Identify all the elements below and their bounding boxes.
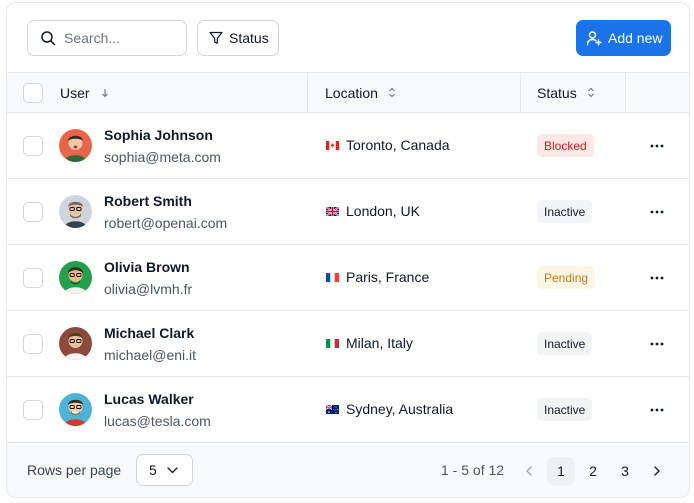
location-text: Paris, France [346,269,430,285]
location-cell: Sydney, Australia [326,401,453,417]
add-user-icon [586,31,602,46]
row-actions-button[interactable] [648,335,666,353]
location-cell: Milan, Italy [326,335,413,351]
user-email: michael@eni.it [104,347,197,363]
status-badge: Inactive [537,200,593,223]
user-name: Olivia Brown [104,259,190,275]
table-row: Olivia Brown olivia@lvmh.fr Paris, Franc… [7,245,689,311]
page-button-2[interactable]: 2 [579,457,607,485]
select-all-cell [23,73,43,112]
user-email: olivia@lvmh.fr [104,281,193,297]
user-name: Michael Clark [104,325,195,341]
column-header-status[interactable]: Status [537,73,595,112]
sort-updown-icon [389,87,395,98]
table-header: User Location Status [7,72,689,113]
chevron-left-icon [526,466,532,476]
column-header-location-label: Location [325,84,378,101]
row-actions-button[interactable] [648,269,666,287]
sort-updown-icon [587,87,594,98]
previous-page-button[interactable] [515,457,543,485]
column-header-user-label: User [60,84,90,101]
location-text: Toronto, Canada [346,137,450,153]
user-email: sophia@meta.com [104,149,221,165]
more-horizontal-icon [650,144,664,148]
france-flag-icon [326,272,339,282]
avatar [59,327,92,360]
row-actions-button[interactable] [648,203,666,221]
add-new-label: Add new [608,30,663,46]
row-actions-button[interactable] [648,137,666,155]
location-text: London, UK [346,203,420,219]
column-divider [625,73,626,112]
column-header-status-label: Status [537,84,577,101]
user-email: lucas@tesla.com [104,413,211,429]
rows-per-page-label: Rows per page [27,462,122,478]
table-row: Robert Smith robert@openai.com London, U… [7,179,689,245]
avatar [59,261,92,294]
italy-flag-icon [326,338,339,348]
table-footer: Rows per page 5 1 - 5 of 12 1 2 3 [7,443,689,497]
user-name: Sophia Johnson [104,127,213,143]
pagination-range: 1 - 5 of 12 [441,462,505,478]
user-name: Robert Smith [104,193,192,209]
rows-per-page-value: 5 [149,462,157,478]
chevron-right-icon [654,466,660,476]
more-horizontal-icon [650,276,664,280]
row-actions-button[interactable] [648,401,666,419]
more-horizontal-icon [650,342,664,346]
location-text: Sydney, Australia [346,401,454,417]
status-badge: Pending [537,266,596,289]
more-horizontal-icon [650,408,664,412]
table-row: Michael Clark michael@eni.it Milan, Ital… [7,311,689,377]
avatar [59,129,92,162]
row-checkbox[interactable] [23,268,43,288]
row-checkbox[interactable] [23,202,43,222]
location-cell: Toronto, Canada [326,137,450,153]
canada-flag-icon [326,140,339,150]
table-row: Lucas Walker lucas@tesla.com Sydney, Aus… [7,377,689,443]
page-button-3[interactable]: 3 [611,457,639,485]
more-horizontal-icon [650,210,664,214]
status-filter-label: Status [229,30,269,46]
arrow-down-icon [101,88,108,97]
search-icon [41,31,56,46]
avatar [59,393,92,426]
table-row: Sophia Johnson sophia@meta.com Toronto, … [7,113,689,179]
search-input[interactable] [64,30,174,46]
status-badge: Inactive [537,332,593,355]
add-new-button[interactable]: Add new [576,20,671,56]
status-filter-button[interactable]: Status [197,20,279,56]
avatar [59,195,92,228]
status-badge: Blocked [537,134,594,157]
filter-icon [209,31,223,44]
user-name: Lucas Walker [104,391,194,407]
uk-flag-icon [326,206,339,216]
status-badge: Inactive [537,398,593,421]
table-toolbar: Status Add new [7,3,689,73]
row-checkbox[interactable] [23,136,43,156]
location-cell: Paris, France [326,269,429,285]
chevron-down-icon [167,466,178,473]
location-cell: London, UK [326,203,420,219]
australia-flag-icon [326,404,339,414]
rows-per-page-select[interactable]: 5 [136,454,193,486]
users-table-card: Status Add new User Location Status [6,2,690,498]
row-checkbox[interactable] [23,400,43,420]
column-divider [520,73,521,112]
column-header-location[interactable]: Location [325,73,396,112]
next-page-button[interactable] [643,457,671,485]
column-header-user[interactable]: User [60,73,110,112]
location-text: Milan, Italy [346,335,413,351]
select-all-checkbox[interactable] [23,82,43,103]
column-divider [307,73,308,112]
user-email: robert@openai.com [104,215,228,231]
page-button-1[interactable]: 1 [547,457,575,485]
row-checkbox[interactable] [23,334,43,354]
search-box[interactable] [27,20,187,56]
